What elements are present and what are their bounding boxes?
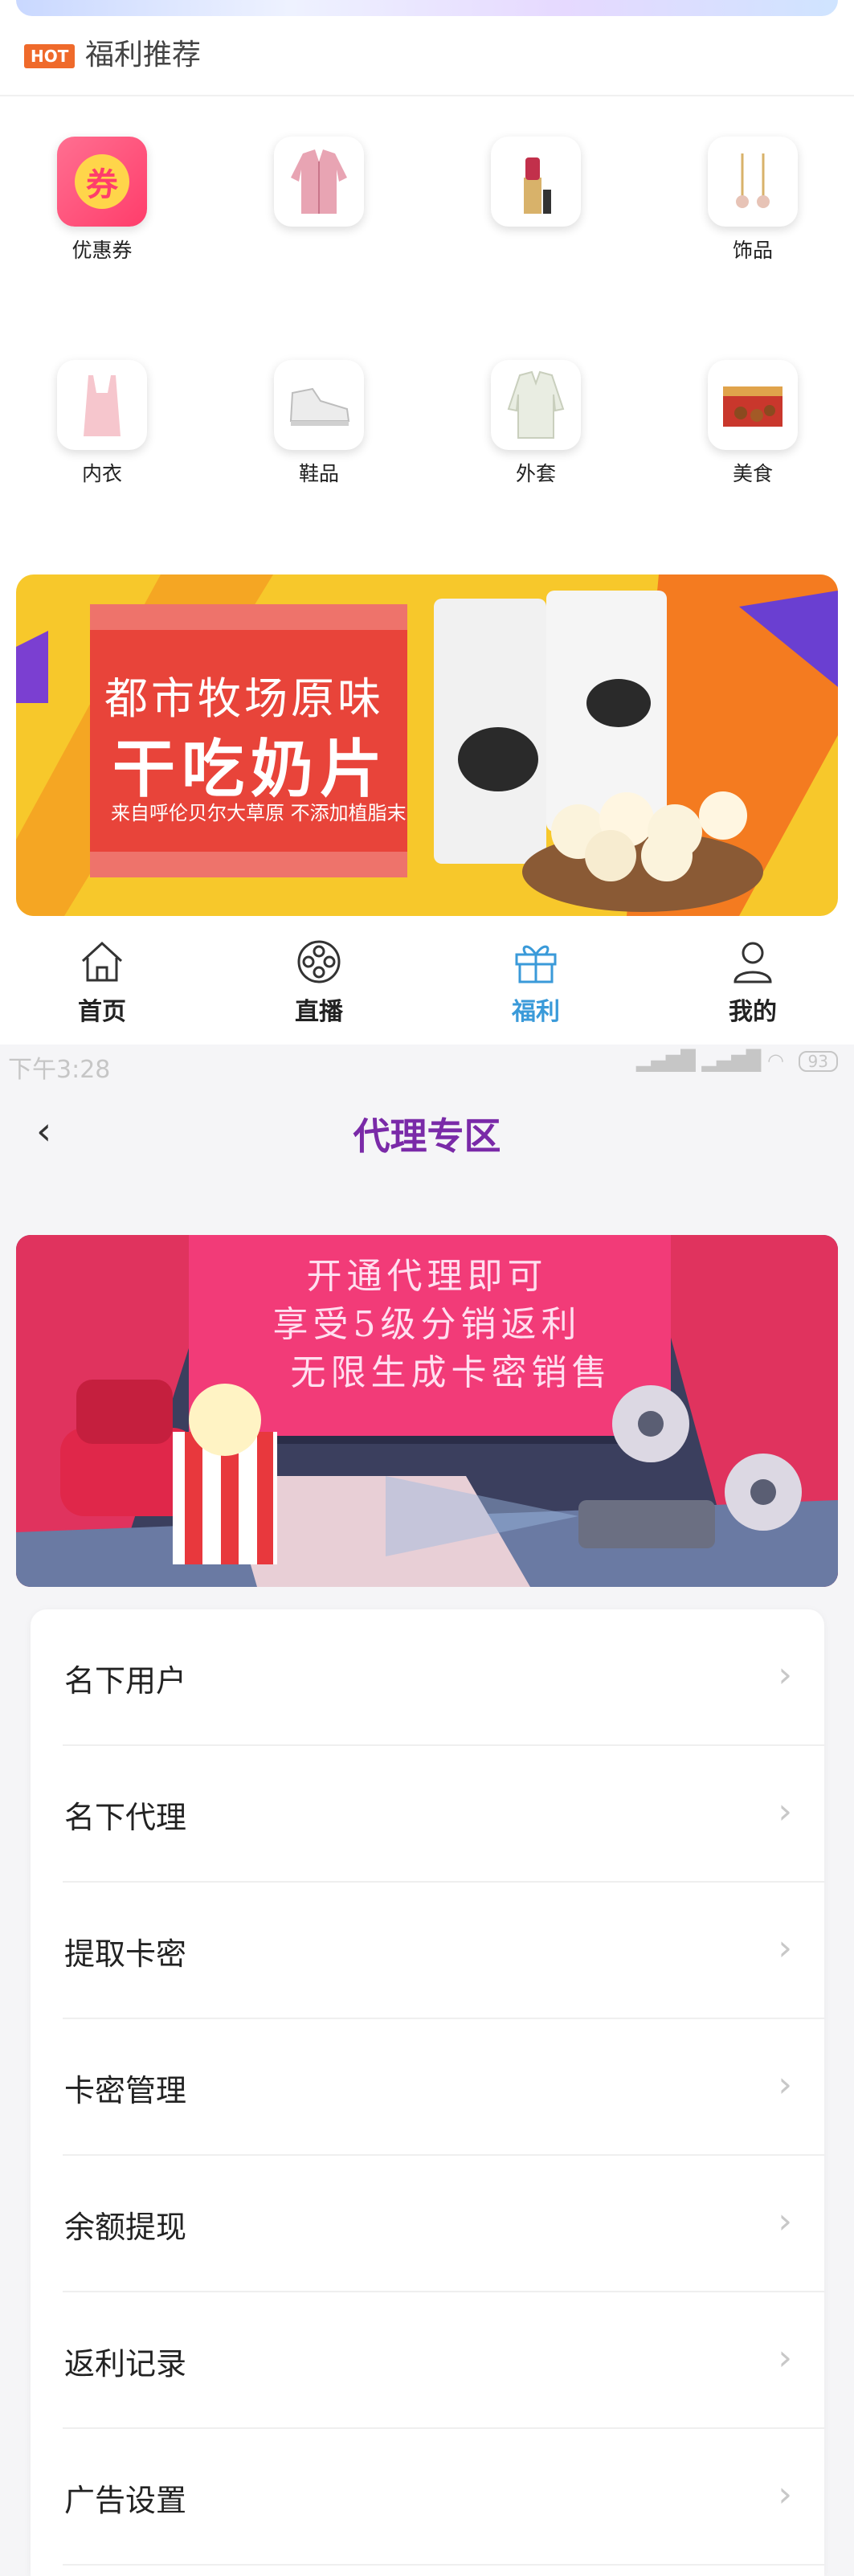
chevron-right-icon: › bbox=[778, 1791, 792, 1832]
divider bbox=[63, 2564, 824, 2566]
hot-badge: HOT bbox=[24, 44, 76, 68]
category-label: 优惠券 bbox=[72, 239, 133, 262]
jacket-icon bbox=[274, 137, 364, 227]
chevron-right-icon: › bbox=[778, 1654, 792, 1695]
section-title: 福利推荐 bbox=[85, 39, 202, 72]
menu-label: 名下代理 bbox=[64, 1800, 187, 1835]
chevron-right-icon: › bbox=[778, 2337, 792, 2378]
menu-label: 返利记录 bbox=[64, 2346, 187, 2382]
status-icons: ▂▄▆█ ▂▄▆█ ◠ 93 bbox=[636, 1049, 838, 1072]
chevron-right-icon: › bbox=[778, 2201, 792, 2242]
menu-label: 余额提现 bbox=[64, 2210, 187, 2245]
nav-label: 福利 bbox=[512, 998, 560, 1026]
ad-subtitle: 来自呼伦贝尔大草原 不添加植脂末 bbox=[111, 802, 407, 824]
chevron-right-icon: › bbox=[778, 2474, 792, 2515]
gift-icon bbox=[515, 945, 557, 983]
page-title: 代理专区 bbox=[353, 1114, 501, 1158]
camisole-icon bbox=[57, 360, 147, 450]
menu-label: 广告设置 bbox=[64, 2483, 187, 2518]
signal-icon: ▂▄▆█ bbox=[701, 1049, 762, 1072]
category-label: 鞋品 bbox=[298, 462, 339, 485]
category-label: 饰品 bbox=[732, 239, 773, 262]
menu-label: 提取卡密 bbox=[64, 1936, 187, 1972]
menu-item-ad-settings[interactable]: 广告设置 › bbox=[31, 2429, 824, 2566]
category-shoes[interactable]: 鞋品 bbox=[247, 360, 391, 487]
banner-line-1: 开通代理即可 bbox=[306, 1256, 548, 1297]
nav-welfare[interactable]: 福利 bbox=[456, 938, 616, 1027]
category-label: 内衣 bbox=[81, 462, 122, 485]
sneaker-icon bbox=[274, 360, 364, 450]
category-coats[interactable]: 外套 bbox=[464, 360, 608, 487]
nav-live[interactable]: 直播 bbox=[239, 938, 399, 1027]
banner-line-2: 享受5级分销返利 bbox=[272, 1304, 582, 1345]
menu-item-my-agents[interactable]: 名下代理 › bbox=[31, 1746, 824, 1883]
divider bbox=[0, 95, 854, 96]
nav-label: 我的 bbox=[729, 998, 777, 1026]
category-underwear[interactable]: 内衣 bbox=[30, 360, 174, 487]
menu-item-extract-card-keys[interactable]: 提取卡密 › bbox=[31, 1883, 824, 2019]
category-food[interactable]: 美食 bbox=[680, 360, 825, 487]
lipstick-icon bbox=[491, 137, 581, 227]
ad-title-line2: 干吃奶片 bbox=[112, 734, 390, 806]
status-time: 下午3:28 bbox=[8, 1056, 111, 1084]
home-icon bbox=[81, 941, 123, 982]
top-banner-edge[interactable] bbox=[16, 0, 838, 16]
coupon-icon: 券 bbox=[57, 137, 147, 227]
coat-icon bbox=[491, 360, 581, 450]
film-reel-icon bbox=[297, 940, 341, 983]
battery-icon: 93 bbox=[798, 1051, 838, 1072]
menu-label: 名下用户 bbox=[64, 1663, 187, 1699]
category-label: 美食 bbox=[732, 462, 773, 485]
chevron-right-icon: › bbox=[778, 1928, 792, 1969]
earrings-icon bbox=[708, 137, 798, 227]
user-icon bbox=[733, 942, 772, 983]
nav-mine[interactable]: 我的 bbox=[672, 938, 833, 1027]
menu-item-withdraw-balance[interactable]: 余额提现 › bbox=[31, 2156, 824, 2292]
category-label: 外套 bbox=[515, 462, 556, 485]
nav-label: 首页 bbox=[78, 998, 126, 1026]
nav-home[interactable]: 首页 bbox=[22, 938, 182, 1027]
category-accessories[interactable]: 饰品 bbox=[680, 137, 825, 264]
wifi-icon: ◠ bbox=[766, 1049, 784, 1072]
category-lipstick[interactable] bbox=[464, 137, 608, 235]
menu-item-my-users[interactable]: 名下用户 › bbox=[31, 1609, 824, 1746]
category-coupon[interactable]: 券 优惠券 bbox=[30, 137, 174, 264]
chevron-right-icon: › bbox=[778, 2064, 792, 2105]
menu-item-rebate-records[interactable]: 返利记录 › bbox=[31, 2292, 824, 2429]
menu-item-card-key-management[interactable]: 卡密管理 › bbox=[31, 2019, 824, 2156]
banner-line-3: 无限生成卡密销售 bbox=[290, 1352, 612, 1393]
menu-label: 卡密管理 bbox=[64, 2073, 187, 2108]
ad-title-line1: 都市牧场原味 bbox=[104, 673, 384, 724]
category-jacket[interactable] bbox=[247, 137, 391, 235]
nav-label: 直播 bbox=[295, 998, 343, 1026]
signal-icon: ▂▄▆█ bbox=[636, 1049, 696, 1072]
snack-box-icon bbox=[708, 360, 798, 450]
